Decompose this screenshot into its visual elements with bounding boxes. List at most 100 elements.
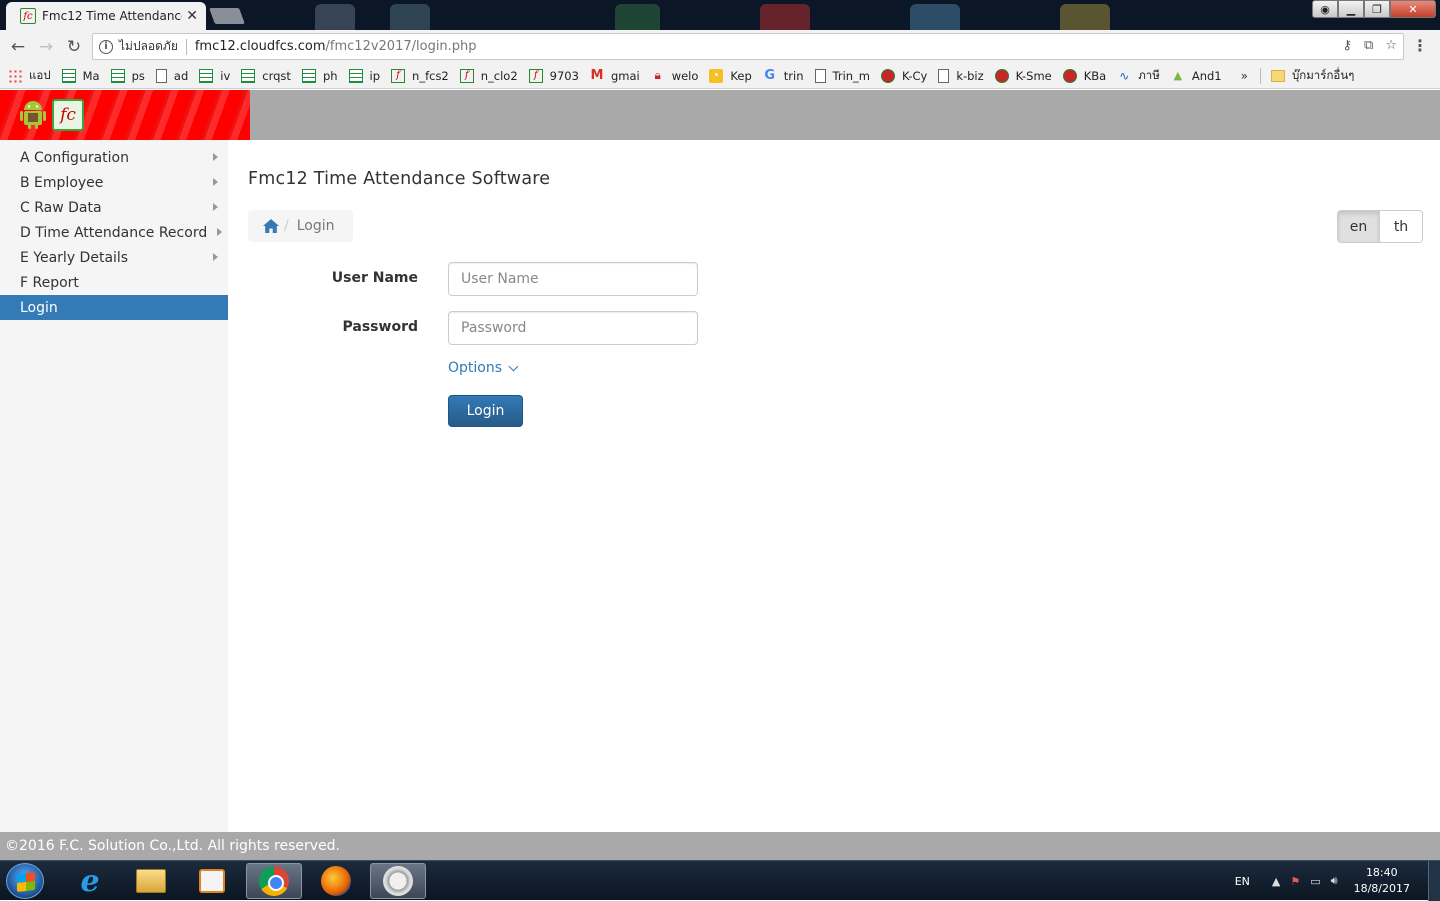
forward-arrow-icon[interactable]: → — [32, 37, 60, 57]
browser-tab-active[interactable]: fc Fmc12 Time Attendance ✕ — [6, 2, 206, 30]
new-tab-button[interactable] — [209, 8, 245, 24]
taskbar-app-paint[interactable] — [370, 863, 426, 899]
fc-icon: f — [459, 68, 474, 83]
address-bar[interactable]: i ไม่ปลอดภัย fmc12.cloudfcs.com /fmc12v2… — [92, 33, 1404, 60]
username-input[interactable] — [448, 262, 698, 296]
username-label: User Name — [331, 270, 418, 286]
taskbar-app-chrome[interactable] — [246, 863, 302, 899]
bookmark-item[interactable]: ad — [155, 68, 189, 83]
reload-icon[interactable]: ↻ — [60, 37, 88, 57]
action-center-flag-icon[interactable]: ⚑ — [1290, 875, 1300, 888]
taskbar-app-media[interactable] — [184, 863, 240, 899]
bookmark-item[interactable]: f n_clo2 — [459, 68, 518, 83]
bookmark-item[interactable]: ▲ And1 — [1171, 69, 1222, 83]
input-language-indicator[interactable]: EN — [1235, 875, 1250, 888]
maximize-button[interactable]: ❐ — [1364, 0, 1390, 18]
start-button[interactable] — [6, 863, 44, 899]
bookmark-label: And1 — [1191, 68, 1222, 83]
bookmark-item[interactable]: • Kep — [709, 68, 752, 83]
bookmark-label: แอป — [29, 67, 51, 82]
show-hidden-icons-icon[interactable]: ▲ — [1272, 875, 1280, 888]
sidebar-item-label: E Yearly Details — [20, 249, 129, 266]
bookmark-label: K-Cy — [902, 68, 928, 83]
internet-explorer-icon: e — [80, 863, 100, 899]
bookmark-item[interactable]: crqst — [241, 68, 291, 83]
browser-tab-strip: fc Fmc12 Time Attendance ✕ ◉ ▁ ❐ ✕ — [0, 0, 1440, 30]
system-tray: EN ▲ ⚑ ▭ 🔊︎ 18:40 18/8/2017 — [1235, 861, 1440, 901]
language-button-en[interactable]: en — [1338, 211, 1380, 242]
bookmarks-overflow-button[interactable]: » — [1241, 69, 1248, 83]
sheet-icon — [199, 68, 214, 83]
url-host[interactable]: fmc12.cloudfcs.com — [195, 39, 326, 54]
bookmark-item[interactable]: 🔒︎ welo — [651, 68, 699, 83]
home-icon[interactable] — [262, 218, 280, 234]
bookmark-item[interactable]: Ma — [61, 68, 100, 83]
sidebar-item-raw-data[interactable]: C Raw Data — [0, 195, 228, 220]
login-button[interactable]: Login — [448, 395, 523, 427]
bookmark-item[interactable]: ip — [348, 68, 380, 83]
sidebar-item-configuration[interactable]: A Configuration — [0, 145, 228, 170]
options-toggle[interactable]: Options — [448, 360, 519, 376]
network-icon[interactable]: ▭ — [1310, 875, 1320, 888]
kbank-icon — [1062, 68, 1077, 83]
bookmark-item[interactable]: ph — [301, 68, 338, 83]
bookmark-item[interactable]: K-Cy — [881, 68, 928, 83]
sidebar-item-report[interactable]: F Report — [0, 270, 228, 295]
bookmark-item[interactable]: ps — [110, 68, 145, 83]
menu-dots-icon[interactable]: ⋮ — [1412, 36, 1428, 55]
minimize-button[interactable]: ▁ — [1338, 0, 1364, 18]
bookmark-item[interactable]: ∿ ภาษี — [1117, 67, 1160, 85]
folder-icon — [1270, 69, 1285, 82]
bookmarks-bar: แอป Ma ps ad iv crqst ph ip f n_fcs2 f n_c… — [0, 63, 1440, 89]
close-tab-icon[interactable]: ✕ — [186, 8, 198, 24]
fc-logo-icon[interactable]: fc — [52, 99, 84, 131]
taskbar-app-ie[interactable]: e — [62, 863, 118, 899]
android-icon: ▲ — [1173, 69, 1183, 82]
back-arrow-icon[interactable]: ← — [4, 37, 32, 57]
translate-icon[interactable]: ⧉ — [1364, 38, 1373, 53]
star-icon[interactable]: ☆ — [1385, 38, 1397, 53]
bookmark-item[interactable]: k-biz — [938, 68, 984, 83]
sheet-icon — [110, 68, 125, 83]
footer: ©2016 F.C. Solution Co.,Ltd. All rights … — [0, 832, 1440, 860]
window-controls: ◉ ▁ ❐ ✕ — [1312, 0, 1436, 18]
taskbar-app-firefox[interactable] — [308, 863, 364, 899]
show-desktop-button[interactable] — [1428, 861, 1440, 901]
close-window-button[interactable]: ✕ — [1390, 0, 1436, 18]
taskbar-app-explorer[interactable] — [123, 863, 179, 899]
bookmark-item[interactable]: แอป — [8, 67, 51, 85]
bookmark-label: ad — [173, 68, 189, 83]
divider — [185, 38, 187, 55]
bookmark-item[interactable]: f n_fcs2 — [391, 68, 449, 83]
sidebar-item-label: A Configuration — [20, 149, 129, 166]
url-path[interactable]: /fmc12v2017/login.php — [326, 39, 477, 54]
chevron-down-icon — [508, 361, 519, 371]
security-label[interactable]: ไม่ปลอดภัย — [119, 37, 178, 56]
password-input[interactable] — [448, 311, 698, 345]
sidebar-item-time-attendance-record[interactable]: D Time Attendance Record — [0, 220, 228, 245]
sidebar-item-login[interactable]: Login — [0, 295, 228, 320]
bookmark-label: n_clo2 — [480, 68, 518, 83]
address-bar-actions: ⚷ ⧉ ☆ — [1343, 38, 1397, 53]
volume-icon[interactable]: 🔊︎ — [1331, 874, 1338, 888]
bookmark-item[interactable]: Trin_m — [814, 68, 870, 83]
sidebar-item-employee[interactable]: B Employee — [0, 170, 228, 195]
profile-icon[interactable]: ◉ — [1312, 0, 1338, 18]
bookmark-item[interactable]: KBa — [1062, 68, 1106, 83]
bookmark-item[interactable]: K-Sme — [994, 68, 1052, 83]
sidebar-item-label: C Raw Data — [20, 199, 102, 216]
language-button-th[interactable]: th — [1380, 211, 1422, 242]
bookmark-item[interactable]: Gtrin — [763, 68, 803, 83]
key-icon[interactable]: ⚷ — [1343, 38, 1353, 53]
bookmark-item[interactable]: f 9703 — [528, 68, 579, 83]
bookmark-item[interactable]: Mgmai — [590, 68, 639, 83]
info-icon[interactable]: i — [99, 39, 113, 54]
clock[interactable]: 18:40 18/8/2017 — [1354, 865, 1410, 897]
tab-title: Fmc12 Time Attendance — [42, 9, 183, 23]
other-bookmarks-folder[interactable]: บุ๊กมาร์กอื่นๆ — [1270, 67, 1354, 85]
sidebar-item-yearly-details[interactable]: E Yearly Details — [0, 245, 228, 270]
bookmark-label: Ma — [82, 68, 100, 83]
doc-icon — [938, 68, 950, 83]
bookmark-item[interactable]: iv — [199, 68, 230, 83]
file-explorer-icon — [136, 869, 166, 893]
